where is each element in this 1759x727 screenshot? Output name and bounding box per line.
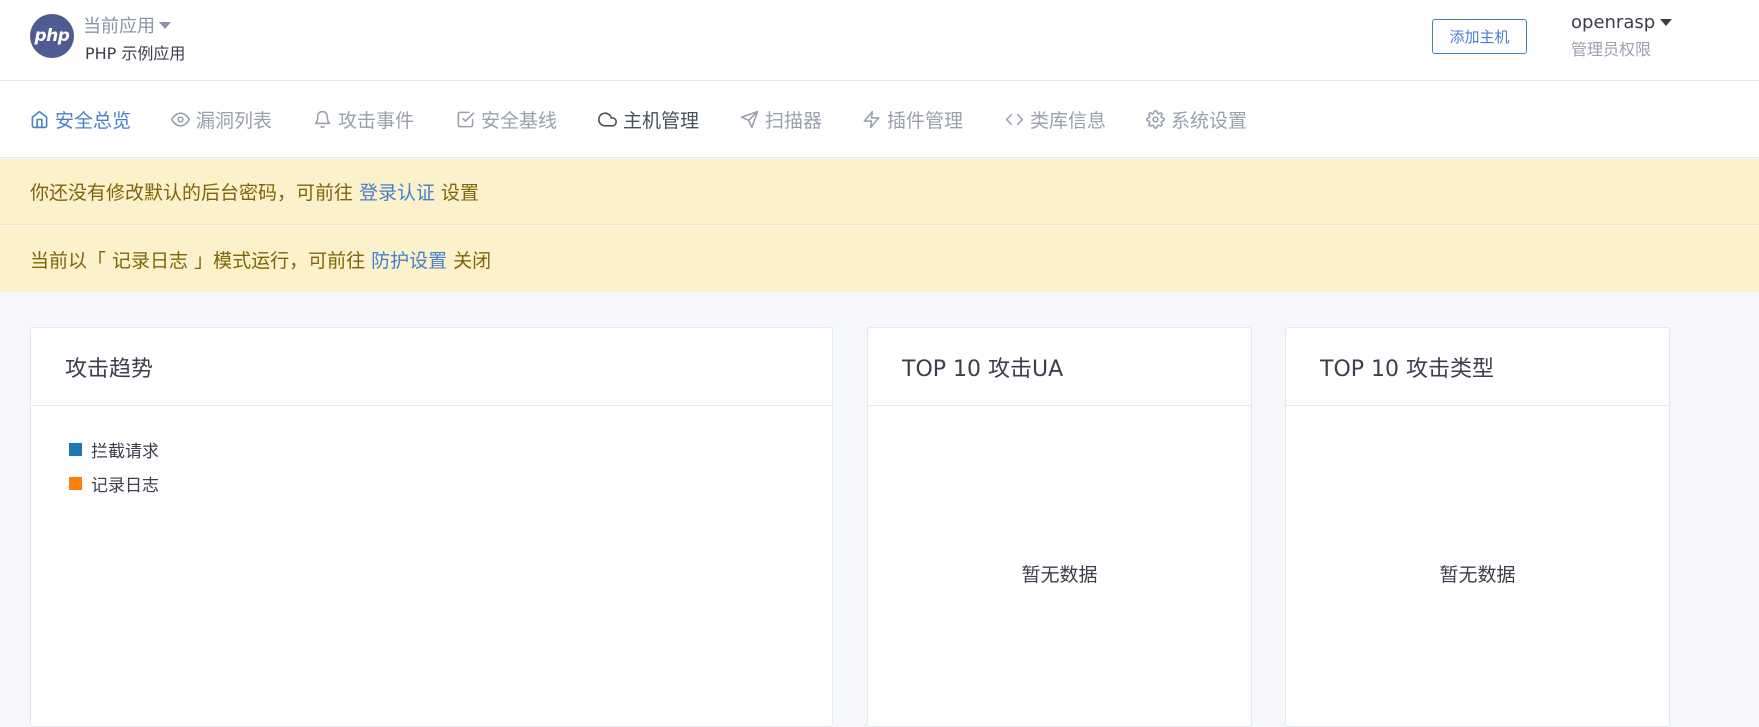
cloud-icon <box>598 112 617 127</box>
top-attack-type-card: TOP 10 攻击类型 暂无数据 <box>1285 327 1670 727</box>
php-logo[interactable]: php <box>30 14 74 58</box>
login-auth-link[interactable]: 登录认证 <box>359 178 435 205</box>
app-switcher[interactable]: 当前应用 PHP 示例应用 <box>83 12 185 64</box>
check-square-icon <box>457 111 475 128</box>
empty-state-text: 暂无数据 <box>1021 564 1098 586</box>
log-mode-alert: 当前以「 记录日志 」模式运行，可前往 防护设置 关闭 <box>0 226 1759 292</box>
empty-state-text: 暂无数据 <box>1439 564 1516 586</box>
card-title: TOP 10 攻击UA <box>868 328 1251 406</box>
app-switcher-label: 当前应用 <box>83 16 155 37</box>
tab-security-overview[interactable]: 安全总览 <box>30 81 131 158</box>
alert-text: 设置 <box>441 182 480 204</box>
tab-label: 主机管理 <box>623 110 700 132</box>
tab-security-baseline[interactable]: 安全基线 <box>456 81 557 158</box>
tab-label: 漏洞列表 <box>196 110 273 132</box>
tab-library-info[interactable]: 类库信息 <box>1005 81 1106 158</box>
home-icon <box>31 110 48 129</box>
tab-system-settings[interactable]: 系统设置 <box>1146 81 1247 158</box>
tab-label: 扫描器 <box>765 110 823 132</box>
code-icon <box>1005 113 1024 126</box>
legend-swatch <box>69 476 82 490</box>
user-menu-toggle[interactable]: openrasp <box>1571 12 1673 33</box>
attack-trend-card: 攻击趋势 拦截请求 记录日志 <box>30 327 833 727</box>
current-app-name: PHP 示例应用 <box>85 44 186 63</box>
user-menu[interactable]: openrasp 管理员权限 <box>1571 12 1673 60</box>
main-nav: 安全总览 漏洞列表 攻击事件 安全基线 主机管理 扫描器 插件管理 类库信息 系… <box>0 81 1759 158</box>
legend-label: 记录日志 <box>91 475 159 496</box>
top-header: php 当前应用 PHP 示例应用 添加主机 openrasp 管理员权限 <box>0 0 1759 81</box>
legend-label: 拦截请求 <box>91 441 159 462</box>
tab-label: 插件管理 <box>887 110 964 132</box>
chart-legend: 拦截请求 记录日志 <box>69 432 159 500</box>
tab-scanner[interactable]: 扫描器 <box>740 81 822 158</box>
legend-item-blocked[interactable]: 拦截请求 <box>69 432 159 466</box>
bell-icon <box>314 110 331 129</box>
caret-down-icon <box>1660 19 1673 26</box>
logo-text: php <box>34 26 70 46</box>
card-title: TOP 10 攻击类型 <box>1286 328 1669 406</box>
default-password-alert: 你还没有修改默认的后台密码，可前往 登录认证 设置 <box>0 159 1759 225</box>
tab-host-management[interactable]: 主机管理 <box>598 81 699 158</box>
tab-attack-events[interactable]: 攻击事件 <box>313 81 414 158</box>
user-name: openrasp <box>1571 12 1656 33</box>
zap-icon <box>863 110 880 129</box>
user-role: 管理员权限 <box>1571 40 1652 59</box>
alert-text: 关闭 <box>453 249 492 272</box>
tab-plugin-management[interactable]: 插件管理 <box>862 81 963 158</box>
add-host-button[interactable]: 添加主机 <box>1432 19 1527 54</box>
legend-swatch <box>69 442 82 456</box>
tab-label: 类库信息 <box>1030 110 1107 132</box>
tab-label: 系统设置 <box>1171 110 1248 132</box>
legend-item-logged[interactable]: 记录日志 <box>69 466 159 500</box>
alert-text: 当前以「 记录日志 」模式运行，可前往 <box>30 249 366 272</box>
tab-vulnerabilities[interactable]: 漏洞列表 <box>171 81 272 158</box>
protection-settings-link[interactable]: 防护设置 <box>371 246 447 273</box>
eye-icon <box>171 112 190 127</box>
caret-down-icon <box>159 21 171 29</box>
gear-icon <box>1146 110 1165 129</box>
tab-label: 安全基线 <box>481 110 558 132</box>
tab-label: 攻击事件 <box>338 110 415 132</box>
card-title: 攻击趋势 <box>31 328 832 406</box>
top-ua-card: TOP 10 攻击UA 暂无数据 <box>867 327 1252 727</box>
alert-text: 你还没有修改默认的后台密码，可前往 <box>30 182 354 204</box>
send-icon <box>740 110 759 129</box>
app-switcher-toggle[interactable]: 当前应用 <box>83 12 185 38</box>
tab-label: 安全总览 <box>55 110 132 132</box>
